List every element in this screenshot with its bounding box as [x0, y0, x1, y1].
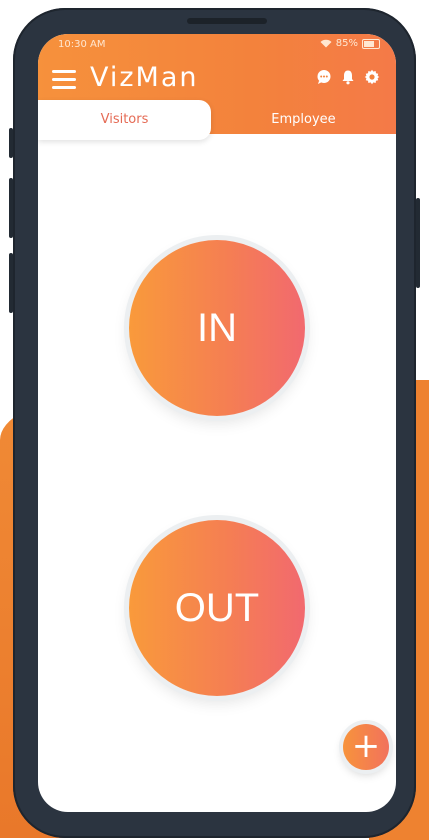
speaker-grille	[187, 18, 267, 24]
menu-icon[interactable]	[52, 70, 76, 90]
chat-icon[interactable]	[316, 69, 332, 85]
volume-up-button	[9, 178, 13, 238]
status-time: 10:30 AM	[58, 39, 106, 50]
tab-bar: Visitors Employee	[38, 100, 396, 140]
app-screen: 10:30 AM 85% VizMan Visitors Employee IN…	[38, 34, 396, 812]
header-actions	[316, 69, 380, 85]
phone-frame: 10:30 AM 85% VizMan Visitors Employee IN…	[9, 8, 420, 838]
tab-employee[interactable]: Employee	[211, 100, 396, 140]
check-out-button[interactable]: OUT	[129, 520, 305, 696]
app-header: 10:30 AM 85% VizMan Visitors Employee	[38, 34, 396, 140]
battery-percent: 85%	[335, 38, 358, 49]
wifi-icon	[320, 39, 332, 48]
app-bar: VizMan	[38, 60, 396, 100]
power-button	[416, 198, 420, 288]
status-right: 85%	[320, 38, 380, 49]
gear-icon[interactable]	[364, 69, 380, 85]
bell-icon[interactable]	[340, 69, 356, 85]
battery-icon	[362, 38, 380, 49]
app-title: VizMan	[90, 62, 199, 93]
status-bar: 10:30 AM 85%	[38, 34, 396, 56]
tab-visitors[interactable]: Visitors	[38, 100, 211, 140]
volume-down-button	[9, 253, 13, 313]
mute-switch	[9, 128, 13, 158]
add-button[interactable]: +	[343, 724, 389, 770]
check-in-button[interactable]: IN	[129, 240, 305, 416]
